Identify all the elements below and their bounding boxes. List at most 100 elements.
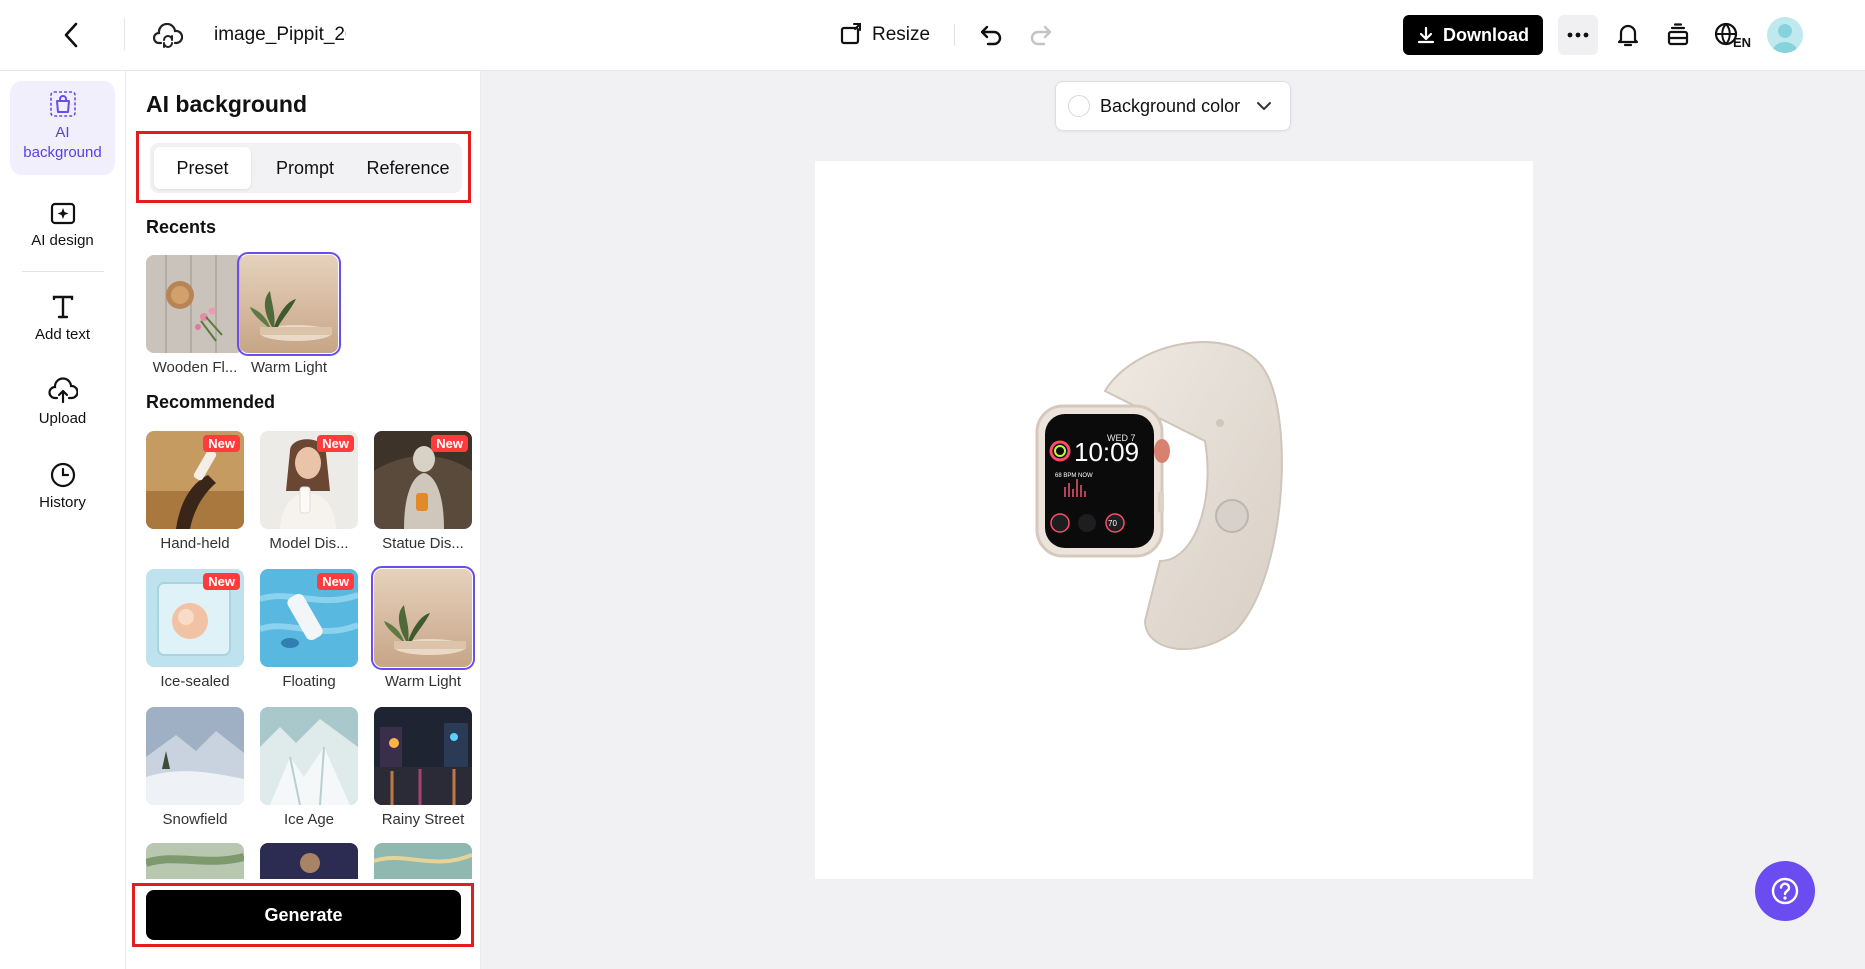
rail-item-ai-background[interactable]: AI background	[10, 81, 115, 175]
new-badge: New	[317, 435, 354, 452]
cloud-sync-button[interactable]	[152, 20, 184, 52]
rail-item-upload[interactable]: Upload	[10, 377, 115, 429]
more-options-button[interactable]	[1558, 15, 1598, 55]
thumbnail-label: Warm Light	[250, 359, 328, 376]
undo-button[interactable]	[976, 20, 1006, 50]
avatar[interactable]	[1767, 17, 1803, 53]
thumbnail	[146, 255, 244, 353]
preset-floating[interactable]: New Floating	[260, 569, 358, 690]
rail-item-ai-design[interactable]: AI design	[10, 199, 115, 251]
cloud-sync-icon	[153, 23, 183, 48]
artboard[interactable]: WED 7 10:09 68 BPM NOW 70	[815, 161, 1533, 879]
thumbnail-label: Hand-held	[160, 535, 230, 552]
thumbnail: New	[146, 569, 244, 667]
download-label: Download	[1443, 24, 1529, 45]
resize-icon	[840, 23, 861, 45]
thumbnail	[146, 707, 244, 805]
divider	[22, 271, 104, 272]
rail-label: History	[39, 494, 86, 511]
notifications-button[interactable]	[1611, 18, 1645, 52]
preset-ice-sealed[interactable]: New Ice-sealed	[146, 569, 244, 690]
resize-button[interactable]: Resize	[838, 18, 930, 52]
preset-warm-light-recent[interactable]: Warm Light	[237, 252, 341, 376]
recommended-title: Recommended	[146, 392, 276, 412]
preset-statue-display[interactable]: New Statue Dis...	[374, 431, 472, 552]
language-button[interactable]: EN	[1710, 18, 1754, 52]
rail-label: Upload	[38, 410, 87, 427]
panel-title: AI background	[146, 91, 308, 117]
tool-rail: AI background AI design Add text Upload …	[0, 71, 126, 969]
rail-item-history[interactable]: History	[10, 461, 115, 513]
thumbnail: New	[374, 431, 472, 529]
redo-button[interactable]	[1026, 20, 1056, 50]
preset-rainy-street[interactable]: Rainy Street	[374, 707, 472, 828]
thumbnail-label: Rainy Street	[381, 811, 465, 828]
thumbnail-label: Floating	[282, 673, 336, 690]
shopping-bag-icon	[49, 91, 76, 117]
background-color-dropdown[interactable]: Background color	[1055, 81, 1291, 131]
recents-title: Recents	[146, 217, 217, 237]
clock-icon	[50, 462, 75, 488]
top-bar: image_Pippit_20 Resize Download EN	[0, 0, 1865, 71]
thumbnail	[260, 707, 358, 805]
new-badge: New	[203, 435, 240, 452]
redo-icon	[1030, 25, 1052, 46]
back-button[interactable]	[56, 20, 86, 50]
divider	[954, 24, 955, 46]
thumbnail	[374, 707, 472, 805]
tabs-highlight-box	[136, 131, 471, 203]
ai-background-panel: AI background Preset Prompt Reference Re…	[126, 71, 481, 969]
preset-ice-age[interactable]: Ice Age	[260, 707, 358, 828]
thumbnail-label: Ice Age	[283, 811, 335, 828]
product-image: WED 7 10:09 68 BPM NOW 70	[1035, 341, 1283, 651]
background-color-label: Background color	[1100, 95, 1241, 116]
rail-label: AI background	[23, 124, 102, 161]
preset-warm-light[interactable]: Warm Light	[371, 566, 475, 690]
bell-icon	[1617, 24, 1639, 47]
preset-model-display[interactable]: New Model Dis...	[260, 431, 358, 552]
thumbnail-label: Wooden Fl...	[152, 359, 238, 376]
thumbnail: New	[260, 431, 358, 529]
undo-icon	[980, 25, 1002, 46]
resize-label: Resize	[872, 24, 931, 45]
thumbnail	[371, 566, 475, 670]
question-mark-icon	[1771, 877, 1799, 905]
rail-label: Add text	[34, 326, 91, 343]
thumbnail-label: Statue Dis...	[382, 535, 464, 552]
thumbnail-label: Snowfield	[162, 811, 228, 828]
file-name[interactable]: image_Pippit_20	[214, 22, 346, 48]
layers-icon	[1667, 23, 1689, 46]
preset-snowfield[interactable]: Snowfield	[146, 707, 244, 828]
chevron-down-icon	[1257, 102, 1272, 110]
chevron-left-icon	[64, 22, 78, 48]
new-badge: New	[317, 573, 354, 590]
divider	[124, 18, 125, 50]
download-button[interactable]: Download	[1403, 15, 1543, 55]
layers-button[interactable]	[1661, 18, 1695, 52]
preset-wooden-floor[interactable]: Wooden Fl...	[146, 255, 244, 376]
download-icon	[1417, 26, 1435, 44]
preset-hand-held[interactable]: New Hand-held	[146, 431, 244, 552]
more-horizontal-icon	[1567, 32, 1589, 38]
generate-button[interactable]: Generate	[146, 890, 461, 940]
watch-time: 10:09	[1074, 437, 1139, 467]
thumbnail-label: Ice-sealed	[160, 673, 230, 690]
help-button[interactable]	[1755, 861, 1815, 921]
thumbnail-label: Warm Light	[384, 673, 462, 690]
thumbnail: New	[260, 569, 358, 667]
language-label: EN	[1732, 34, 1752, 50]
user-avatar-icon	[1772, 24, 1798, 53]
new-badge: New	[431, 435, 468, 452]
thumbnail: New	[146, 431, 244, 529]
watch-complication: 70	[1108, 519, 1117, 528]
color-swatch	[1068, 95, 1090, 117]
watch-bpm: 68 BPM NOW	[1055, 473, 1093, 479]
rail-item-add-text[interactable]: Add text	[10, 293, 115, 345]
text-t-icon	[52, 295, 73, 319]
new-badge: New	[203, 573, 240, 590]
rail-label: AI design	[31, 232, 94, 249]
canvas-area: Background color WED 7 10:09 68 BPM NOW	[481, 71, 1865, 969]
cloud-upload-icon	[47, 377, 78, 404]
thumbnail	[237, 252, 341, 356]
sparkle-image-icon	[50, 202, 75, 225]
